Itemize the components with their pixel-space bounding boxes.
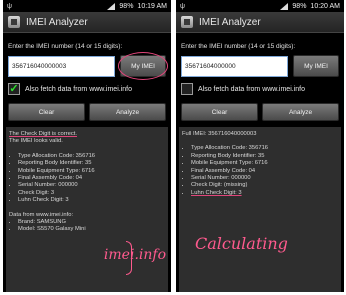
battery-text: 98% <box>292 2 307 10</box>
fetch-checkbox[interactable] <box>181 83 193 95</box>
imei-input[interactable] <box>8 55 115 77</box>
clock: 10:19 AM <box>137 2 167 10</box>
handwritten-annotation: Calculating <box>195 233 288 253</box>
result-line: The IMEI looks valid. <box>9 138 63 145</box>
usb-icon: ψ <box>7 2 12 10</box>
clear-button[interactable]: Clear <box>8 103 85 121</box>
detail-item: Check Digit: 3 <box>18 190 165 197</box>
detail-item: Reporting Body Identifier: 35 <box>18 160 165 167</box>
imei-prompt: Enter the IMEI number (14 or 15 digits): <box>8 43 123 50</box>
status-bar: ψ 98% 10:19 AM <box>3 0 171 12</box>
app-icon <box>8 16 20 28</box>
app-title: IMEI Analyzer <box>26 16 88 28</box>
fetched-header: Data from www.imei.info: <box>9 211 74 218</box>
fetch-label: Also fetch data from www.imei.info <box>198 85 305 93</box>
result-line: The Check Digit is correct. <box>9 131 77 137</box>
my-imei-label: My IMEI <box>131 62 155 70</box>
my-imei-button[interactable]: My IMEI <box>293 55 339 77</box>
results-panel: The Check Digit is correct. The IMEI loo… <box>6 127 168 292</box>
app-title-bar: IMEI Analyzer <box>3 12 171 33</box>
imei-input[interactable] <box>181 55 288 77</box>
signal-icon <box>107 2 116 10</box>
imei-prompt: Enter the IMEI number (14 or 15 digits): <box>181 43 296 50</box>
detail-item: Check Digit: (missing) <box>191 182 338 189</box>
battery-text: 98% <box>119 2 134 10</box>
phone-screenshot-left: ψ 98% 10:19 AM IMEI Analyzer Enter the I… <box>3 0 171 292</box>
detail-item: Type Allocation Code: 356716 <box>18 153 165 160</box>
clear-button[interactable]: Clear <box>181 103 258 121</box>
detail-item: Reporting Body Identifier: 35 <box>191 153 338 160</box>
signal-icon <box>280 2 289 10</box>
my-imei-button[interactable]: My IMEI <box>118 52 168 80</box>
detail-item: Serial Number: 000000 <box>191 175 338 182</box>
results-panel: Full IMEI: 356716040000003 Type Allocati… <box>179 127 341 292</box>
analyze-button[interactable]: Analyze <box>89 103 166 121</box>
detail-item: Final Assembly Code: 04 <box>191 168 338 175</box>
app-icon <box>181 16 193 28</box>
detail-item: Luhn Check Digit: 3 <box>191 190 338 197</box>
handwritten-annotation: imei.info <box>103 246 166 263</box>
fetch-label: Also fetch data from www.imei.info <box>25 85 132 93</box>
detail-item: Mobile Equipment Type: 6716 <box>18 168 165 175</box>
my-imei-label: My IMEI <box>304 62 328 70</box>
usb-icon: ψ <box>180 2 185 10</box>
detail-item: Serial Number: 000000 <box>18 182 165 189</box>
detail-item: Final Assembly Code: 04 <box>18 175 165 182</box>
fetch-checkbox[interactable]: ✓ <box>8 83 20 95</box>
app-title-bar: IMEI Analyzer <box>176 12 344 33</box>
detail-item: Mobile Equipment Type: 6716 <box>191 160 338 167</box>
fetched-item: Model: S5570 Galaxy Mini <box>18 226 165 233</box>
analyze-button[interactable]: Analyze <box>262 103 339 121</box>
detail-item: Type Allocation Code: 356716 <box>191 145 338 152</box>
status-bar: ψ 98% 10:20 AM <box>176 0 344 12</box>
full-imei-line: Full IMEI: 356716040000003 <box>182 131 257 137</box>
clock: 10:20 AM <box>310 2 340 10</box>
detail-item: Luhn Check Digit: 3 <box>18 197 165 204</box>
app-title: IMEI Analyzer <box>199 16 261 28</box>
fetched-item: Brand: SAMSUNG <box>18 219 165 226</box>
phone-screenshot-right: ψ 98% 10:20 AM IMEI Analyzer Enter the I… <box>176 0 344 292</box>
